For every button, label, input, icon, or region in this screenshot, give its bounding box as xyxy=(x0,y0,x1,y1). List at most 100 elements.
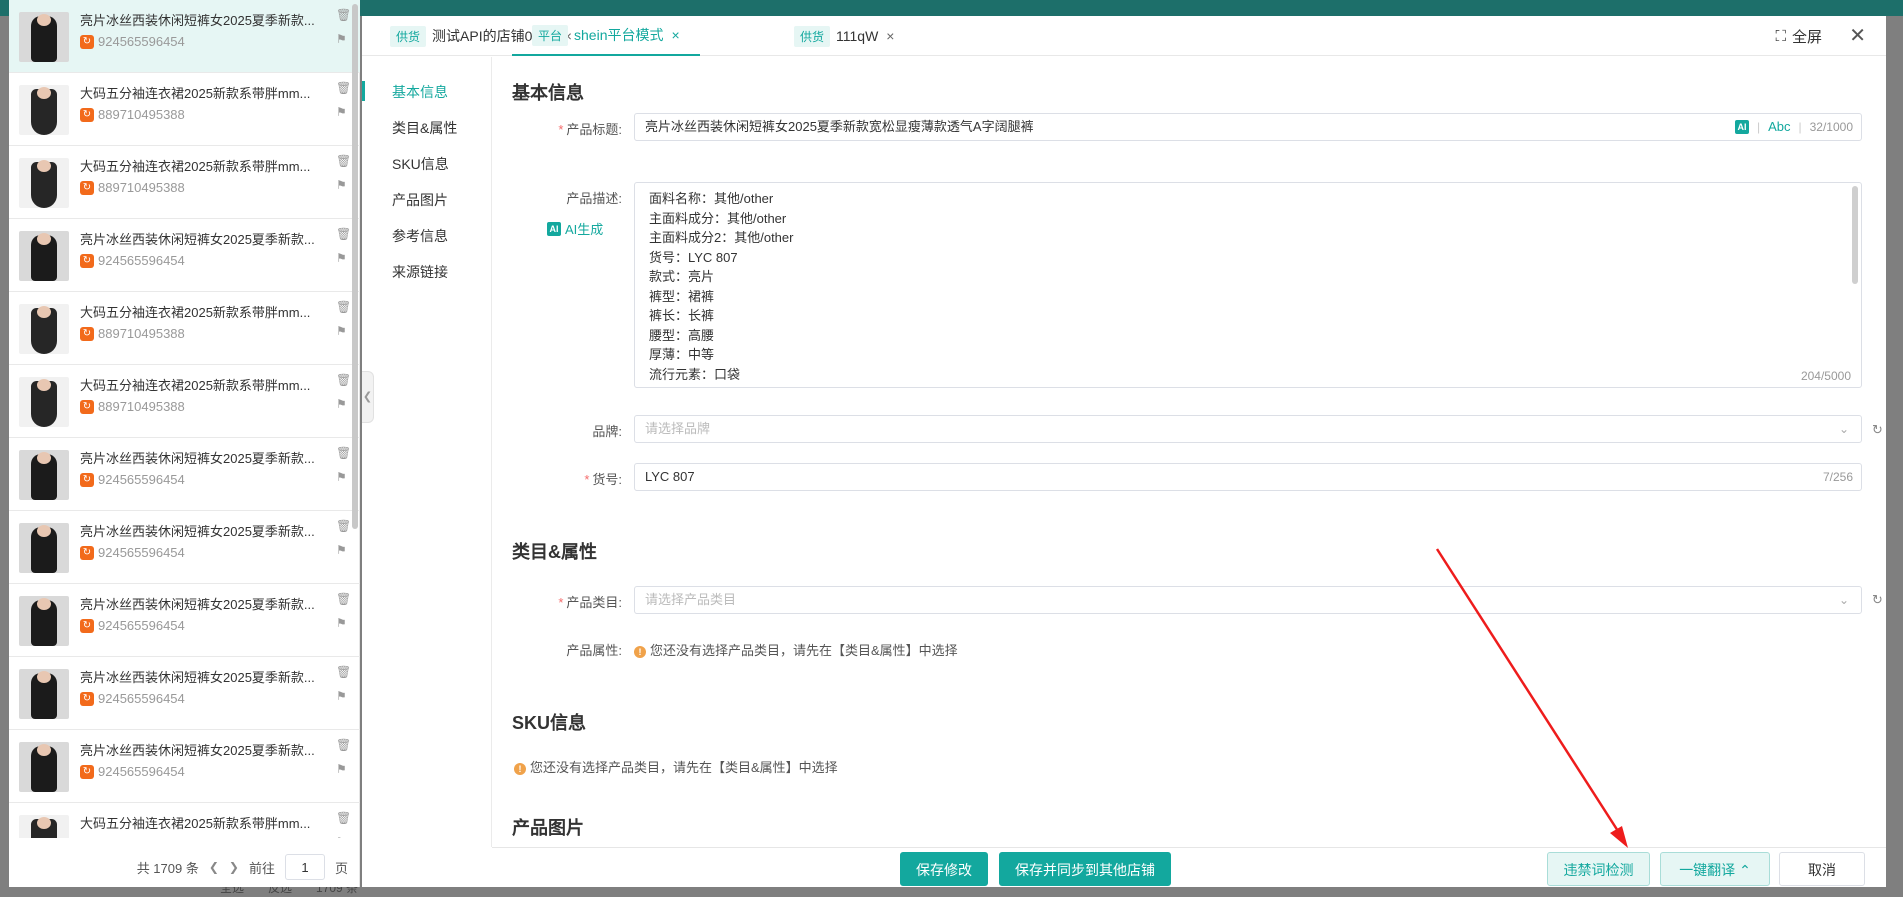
tab-shop-2[interactable]: 平台 shein平台模式 × xyxy=(512,16,700,56)
title-tools: AI | Abc | 32/1000 xyxy=(1734,114,1853,140)
save-button[interactable]: 保存修改 xyxy=(900,852,988,886)
item-id: ↻889710495388 xyxy=(80,107,185,122)
close-icon[interactable]: × xyxy=(886,28,894,44)
flag-icon[interactable]: ⚑ xyxy=(336,617,347,629)
list-item[interactable]: 大码五分袖连衣裙2025新款系带胖mm... ↻889710495388 🗑 ⚑ xyxy=(9,73,360,146)
sku-number-count: 7/256 xyxy=(1822,470,1853,484)
item-title: 大码五分袖连衣裙2025新款系带胖mm... xyxy=(80,305,311,320)
list-item[interactable]: 亮片冰丝西装休闲短裤女2025夏季新款... ↻ 924565596454 🗑 ⚑ xyxy=(9,730,360,803)
flag-icon[interactable]: ⚑ xyxy=(336,471,347,483)
pager-next-icon[interactable]: ❯ xyxy=(229,860,239,874)
item-id: ↻889710495388 xyxy=(80,837,185,838)
list-item[interactable]: 大码五分袖连衣裙2025新款系带胖mm... ↻889710495388 🗑 ⚑ xyxy=(9,365,360,438)
flag-icon[interactable]: ⚑ xyxy=(336,836,347,838)
list-item[interactable]: 亮片冰丝西装休闲短裤女2025夏季新款... ↻ 924565596454 🗑 ⚑ xyxy=(9,584,360,657)
trash-icon[interactable]: 🗑 xyxy=(336,739,351,751)
flag-icon[interactable]: ⚑ xyxy=(336,763,347,775)
fullscreen-button[interactable]: ⛶ 全屏 xyxy=(1775,26,1822,47)
list-item[interactable]: 大码五分袖连衣裙2025新款系带胖mm... ↻889710495388 🗑 ⚑ xyxy=(9,146,360,219)
product-description-textarea[interactable]: 面料名称：其他/other 主面料成分：其他/other 主面料成分2：其他/oth… xyxy=(634,182,1862,388)
flag-icon[interactable]: ⚑ xyxy=(336,179,347,191)
pager-prev-icon[interactable]: ❮ xyxy=(209,860,219,874)
nav-active-indicator xyxy=(362,81,365,101)
item-id: ↻ 924565596454 xyxy=(80,253,185,268)
brand-select[interactable]: 请选择品牌 ⌄ xyxy=(634,415,1862,443)
product-edit-dialog: 供货 测试API的店铺0306 × 平台 shein平台模式 × 供货 111q… xyxy=(362,16,1886,887)
chevron-down-icon: ⌄ xyxy=(1838,593,1849,607)
list-item[interactable]: 大码五分袖连衣裙2025新款系带胖mm... ↻889710495388 🗑 ⚑ xyxy=(9,292,360,365)
section-nav: 基本信息 类目&属性 SKU信息 产品图片 参考信息 来源链接 ❮ xyxy=(362,57,492,847)
trash-icon[interactable]: 🗑 xyxy=(336,374,351,386)
flag-icon[interactable]: ⚑ xyxy=(336,106,347,118)
list-item[interactable]: 亮片冰丝西装休闲短裤女2025夏季新款... ↻ 924565596454 🗑 ⚑ xyxy=(9,0,360,73)
list-item[interactable]: 亮片冰丝西装休闲短裤女2025夏季新款... ↻ 924565596454 🗑 ⚑ xyxy=(9,657,360,730)
list-scrollbar[interactable] xyxy=(352,4,358,529)
sku-number-input[interactable]: LYC 807 7/256 xyxy=(634,463,1862,491)
item-title: 亮片冰丝西装休闲短裤女2025夏季新款... xyxy=(80,232,315,247)
list-item[interactable]: 亮片冰丝西装休闲短裤女2025夏季新款... ↻ 924565596454 🗑 ⚑ xyxy=(9,438,360,511)
description-line: 流行元素：口袋 xyxy=(649,366,741,382)
trash-icon[interactable]: 🗑 xyxy=(336,447,351,459)
divider: | xyxy=(1798,120,1802,134)
flag-icon[interactable]: ⚑ xyxy=(336,398,347,410)
ai-generate-button[interactable]: AI AI生成 xyxy=(547,219,603,238)
trash-icon[interactable]: 🗑 xyxy=(336,520,351,532)
description-label: 产品描述: xyxy=(566,191,622,206)
prohibited-words-check-button[interactable]: 违禁词检测 xyxy=(1547,852,1650,886)
cancel-button[interactable]: 取消 xyxy=(1779,852,1865,886)
nav-item-category[interactable]: 类目&属性 xyxy=(392,118,457,138)
flag-icon[interactable]: ⚑ xyxy=(336,690,347,702)
flag-icon[interactable]: ⚑ xyxy=(336,252,347,264)
ai-icon: AI xyxy=(547,221,561,236)
trash-icon[interactable]: 🗑 xyxy=(336,301,351,313)
category-label: * 产品类目: xyxy=(558,595,622,610)
trash-icon[interactable]: 🗑 xyxy=(336,155,351,167)
item-title: 大码五分袖连衣裙2025新款系带胖mm... xyxy=(80,86,311,101)
product-thumbnail xyxy=(19,304,69,354)
trash-icon[interactable]: 🗑 xyxy=(336,593,351,605)
trash-icon[interactable]: 🗑 xyxy=(336,82,351,94)
source-platform-icon: ↻ xyxy=(80,326,94,341)
save-sync-button[interactable]: 保存并同步到其他店铺 xyxy=(999,852,1171,886)
tab-label: shein平台模式 xyxy=(574,27,664,43)
section-title-category: 类目&属性 xyxy=(512,542,597,562)
translate-button[interactable]: 一键翻译 ⌃ xyxy=(1660,852,1770,886)
tab-shop-3[interactable]: 供货 111qW × xyxy=(794,16,894,56)
collapse-panel-handle[interactable]: ❮ xyxy=(362,371,374,423)
category-select[interactable]: 请选择产品类目 ⌄ xyxy=(634,586,1862,614)
flag-icon[interactable]: ⚑ xyxy=(336,325,347,337)
nav-item-sku[interactable]: SKU信息 xyxy=(392,154,449,174)
item-title: 亮片冰丝西装休闲短裤女2025夏季新款... xyxy=(80,597,315,612)
tab-tag: 平台 xyxy=(532,24,569,46)
flag-icon[interactable]: ⚑ xyxy=(336,544,347,556)
nav-item-images[interactable]: 产品图片 xyxy=(392,190,448,210)
nav-item-reference[interactable]: 参考信息 xyxy=(392,226,448,246)
trash-icon[interactable]: 🗑 xyxy=(336,666,351,678)
product-title-input[interactable]: 亮片冰丝西装休闲短裤女2025夏季新款宽松显瘦薄款透气A字阔腿裤 AI | Ab… xyxy=(634,113,1862,141)
list-item[interactable]: 亮片冰丝西装休闲短裤女2025夏季新款... ↻ 924565596454 🗑 ⚑ xyxy=(9,511,360,584)
pager-page-input[interactable] xyxy=(284,854,325,880)
tab-label: 111qW xyxy=(836,28,879,44)
textarea-scrollbar[interactable] xyxy=(1852,186,1858,284)
list-item[interactable]: 大码五分袖连衣裙2025新款系带胖mm... ↻889710495388 🗑 ⚑ xyxy=(9,803,360,838)
category-placeholder: 请选择产品类目 xyxy=(645,592,737,607)
chevron-down-icon: ⌄ xyxy=(1838,422,1849,436)
item-id: ↻ 924565596454 xyxy=(80,618,185,633)
nav-item-source[interactable]: 来源链接 xyxy=(392,262,448,282)
chevron-up-icon: ⌃ xyxy=(1739,862,1751,878)
trash-icon[interactable]: 🗑 xyxy=(336,812,351,824)
list-item[interactable]: 亮片冰丝西装休闲短裤女2025夏季新款... ↻ 924565596454 🗑 ⚑ xyxy=(9,219,360,292)
item-id: ↻ 924565596454 xyxy=(80,691,185,706)
trash-icon[interactable]: 🗑 xyxy=(336,9,351,21)
close-icon[interactable]: × xyxy=(671,27,679,43)
item-title: 亮片冰丝西装休闲短裤女2025夏季新款... xyxy=(80,451,315,466)
refresh-brand-icon[interactable]: ↻ xyxy=(1872,422,1883,438)
nav-item-basic[interactable]: 基本信息 xyxy=(392,82,448,102)
ai-icon[interactable]: AI xyxy=(1734,120,1749,134)
spellcheck-button[interactable]: Abc xyxy=(1768,114,1790,140)
section-title-sku: SKU信息 xyxy=(512,713,587,733)
close-dialog-icon[interactable]: ✕ xyxy=(1849,23,1866,48)
flag-icon[interactable]: ⚑ xyxy=(336,33,347,45)
refresh-category-icon[interactable]: ↻ xyxy=(1872,592,1883,608)
trash-icon[interactable]: 🗑 xyxy=(336,228,351,240)
